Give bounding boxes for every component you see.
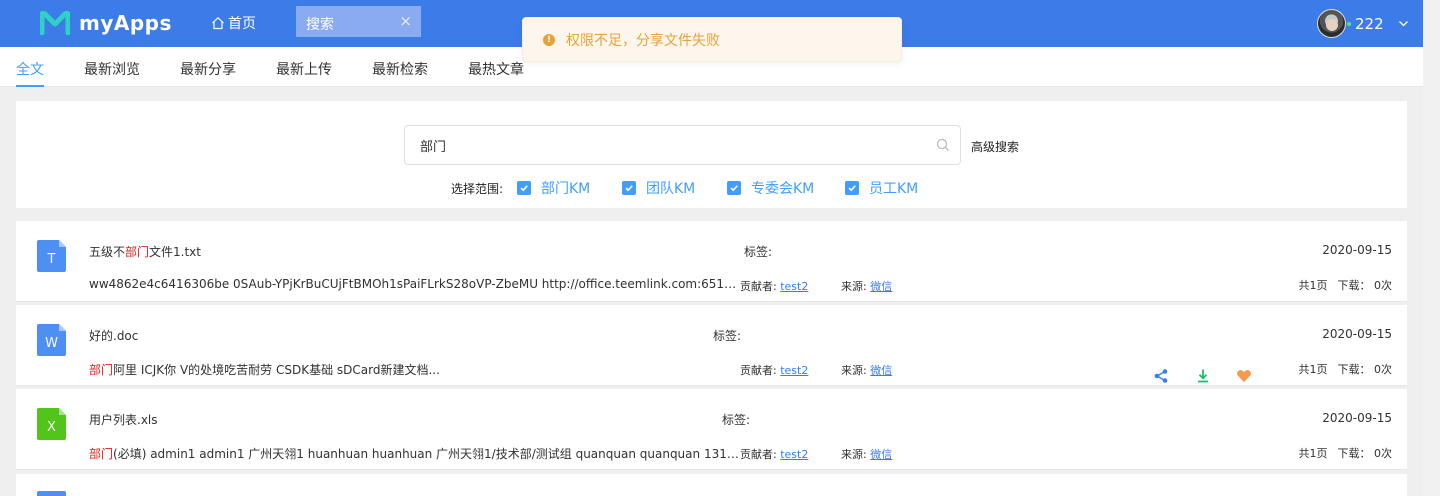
close-icon[interactable]: × <box>399 12 412 30</box>
check-icon <box>520 185 528 192</box>
excel-file-icon: X <box>37 408 66 440</box>
word-file-icon: W <box>37 324 66 356</box>
tab-recent-share[interactable]: 最新分享 <box>180 59 236 79</box>
heart-icon[interactable] <box>1236 368 1252 384</box>
checkbox[interactable] <box>517 181 531 195</box>
text-file-icon: T <box>37 240 66 272</box>
username: 222 <box>1355 14 1384 33</box>
result-snippet: 部门(必填) admin1 admin1 广州天翎1 huanhuan huan… <box>89 447 739 461</box>
check-icon <box>848 185 856 192</box>
source: 来源: 微信 <box>841 280 893 293</box>
search-panel: 高级搜索 选择范围: 部门KM 团队KM 专委会KM 员工KM <box>16 101 1407 208</box>
result-card[interactable]: W 好的.doc 标签: 2020-09-15 部门阿里 ICJK你 V的处境吃… <box>16 305 1407 386</box>
scope-label-text: 团队KM <box>646 181 696 197</box>
home-nav-link[interactable]: 首页 <box>211 13 256 33</box>
checkbox[interactable] <box>845 181 859 195</box>
file-icon-letter: X <box>47 420 56 435</box>
tab-recent-upload[interactable]: 最新上传 <box>276 59 332 79</box>
download-icon[interactable] <box>1195 368 1211 384</box>
contributor-link[interactable]: test2 <box>780 280 808 293</box>
scope-label-text: 部门KM <box>541 181 591 197</box>
tag-label: 标签: <box>722 413 751 427</box>
warning-icon: ! <box>543 33 555 46</box>
page-count: 共1页 <box>1298 447 1328 460</box>
search-box <box>404 125 961 165</box>
toast-message: 权限不足，分享文件失败 <box>566 32 720 49</box>
result-stats: 共1页 下载： 0次 <box>1299 277 1393 293</box>
search-input[interactable] <box>405 126 925 164</box>
download-count: 下载： 0次 <box>1337 363 1393 376</box>
tab-search[interactable]: 搜索 × <box>296 6 421 37</box>
result-card[interactable]: T 五级不部门文件1.txt 标签: 2020-09-15 ww4862e4c6… <box>16 221 1407 302</box>
user-menu[interactable]: 222 <box>1317 9 1409 38</box>
tab-recent-browse[interactable]: 最新浏览 <box>84 59 140 79</box>
checkbox[interactable] <box>727 181 741 195</box>
source-link[interactable]: 微信 <box>870 448 892 461</box>
scope-label-text: 员工KM <box>869 181 919 197</box>
tab-recent-search[interactable]: 最新检索 <box>372 59 428 79</box>
download-count: 下载： 0次 <box>1337 279 1393 292</box>
warning-toast: ! 权限不足，分享文件失败 <box>522 17 902 62</box>
check-icon <box>625 185 633 192</box>
result-date: 2020-09-15 <box>1322 327 1392 341</box>
result-date: 2020-09-15 <box>1322 243 1392 257</box>
scope-label: 选择范围: <box>451 182 504 196</box>
online-status-dot <box>1347 21 1351 26</box>
scrollbar[interactable] <box>1423 0 1440 496</box>
result-title[interactable]: 好的.doc <box>89 327 138 344</box>
page-count: 共1页 <box>1298 363 1328 376</box>
chevron-down-icon <box>1398 21 1408 27</box>
source: 来源: 微信 <box>841 364 893 377</box>
contributor: 贡献者: test2 <box>740 448 809 461</box>
home-icon <box>212 16 224 30</box>
tag-label: 标签: <box>713 329 742 343</box>
result-title[interactable]: 用户列表.xls <box>89 411 158 428</box>
tab-hot-articles[interactable]: 最热文章 <box>468 59 524 79</box>
app-logo[interactable]: myApps <box>40 9 172 37</box>
share-icon[interactable] <box>1153 368 1169 384</box>
result-snippet: 部门阿里 ICJK你 V的处境吃苦耐劳 CSDK基础 sDCard新建文档... <box>89 363 440 377</box>
page-count: 共1页 <box>1298 279 1328 292</box>
scope-label-text: 专委会KM <box>751 181 815 197</box>
logo-icon <box>40 11 70 35</box>
scope-dept-km[interactable]: 部门KM <box>517 178 590 198</box>
result-card[interactable] <box>16 474 1407 496</box>
avatar <box>1317 9 1346 38</box>
advanced-search-link[interactable]: 高级搜索 <box>971 138 1019 155</box>
result-stats: 共1页 下载： 0次 <box>1299 445 1393 461</box>
scope-staff-km[interactable]: 员工KM <box>845 178 918 198</box>
result-title[interactable]: 五级不部门文件1.txt <box>89 243 201 260</box>
file-icon-letter: T <box>47 252 56 267</box>
source-link[interactable]: 微信 <box>870 280 892 293</box>
scope-committee-km[interactable]: 专委会KM <box>727 178 814 198</box>
active-tab-indicator <box>16 85 44 87</box>
tab-search-label: 搜索 <box>306 17 334 33</box>
source: 来源: 微信 <box>841 448 893 461</box>
tag-label: 标签: <box>744 245 773 259</box>
checkbox[interactable] <box>622 181 636 195</box>
file-icon <box>37 491 66 496</box>
tab-fulltext[interactable]: 全文 <box>16 59 44 79</box>
check-icon <box>730 185 738 192</box>
search-icon[interactable] <box>936 138 950 152</box>
result-snippet: ww4862e4c6416306be 0SAub-YPjKrBuCUjFtBMO… <box>89 277 739 291</box>
contributor-link[interactable]: test2 <box>780 448 808 461</box>
contributor: 贡献者: test2 <box>740 280 809 293</box>
download-count: 下载： 0次 <box>1337 447 1393 460</box>
contributor-link[interactable]: test2 <box>780 364 808 377</box>
contributor: 贡献者: test2 <box>740 364 809 377</box>
home-label: 首页 <box>228 16 256 32</box>
result-actions <box>1153 368 1252 384</box>
file-icon-letter: W <box>45 336 58 351</box>
source-link[interactable]: 微信 <box>870 364 892 377</box>
result-card[interactable]: X 用户列表.xls 标签: 2020-09-15 部门(必填) admin1 … <box>16 389 1407 470</box>
scope-team-km[interactable]: 团队KM <box>622 178 695 198</box>
app-name: myApps <box>79 11 172 35</box>
result-date: 2020-09-15 <box>1322 411 1392 425</box>
result-stats: 共1页 下载： 0次 <box>1299 361 1393 377</box>
